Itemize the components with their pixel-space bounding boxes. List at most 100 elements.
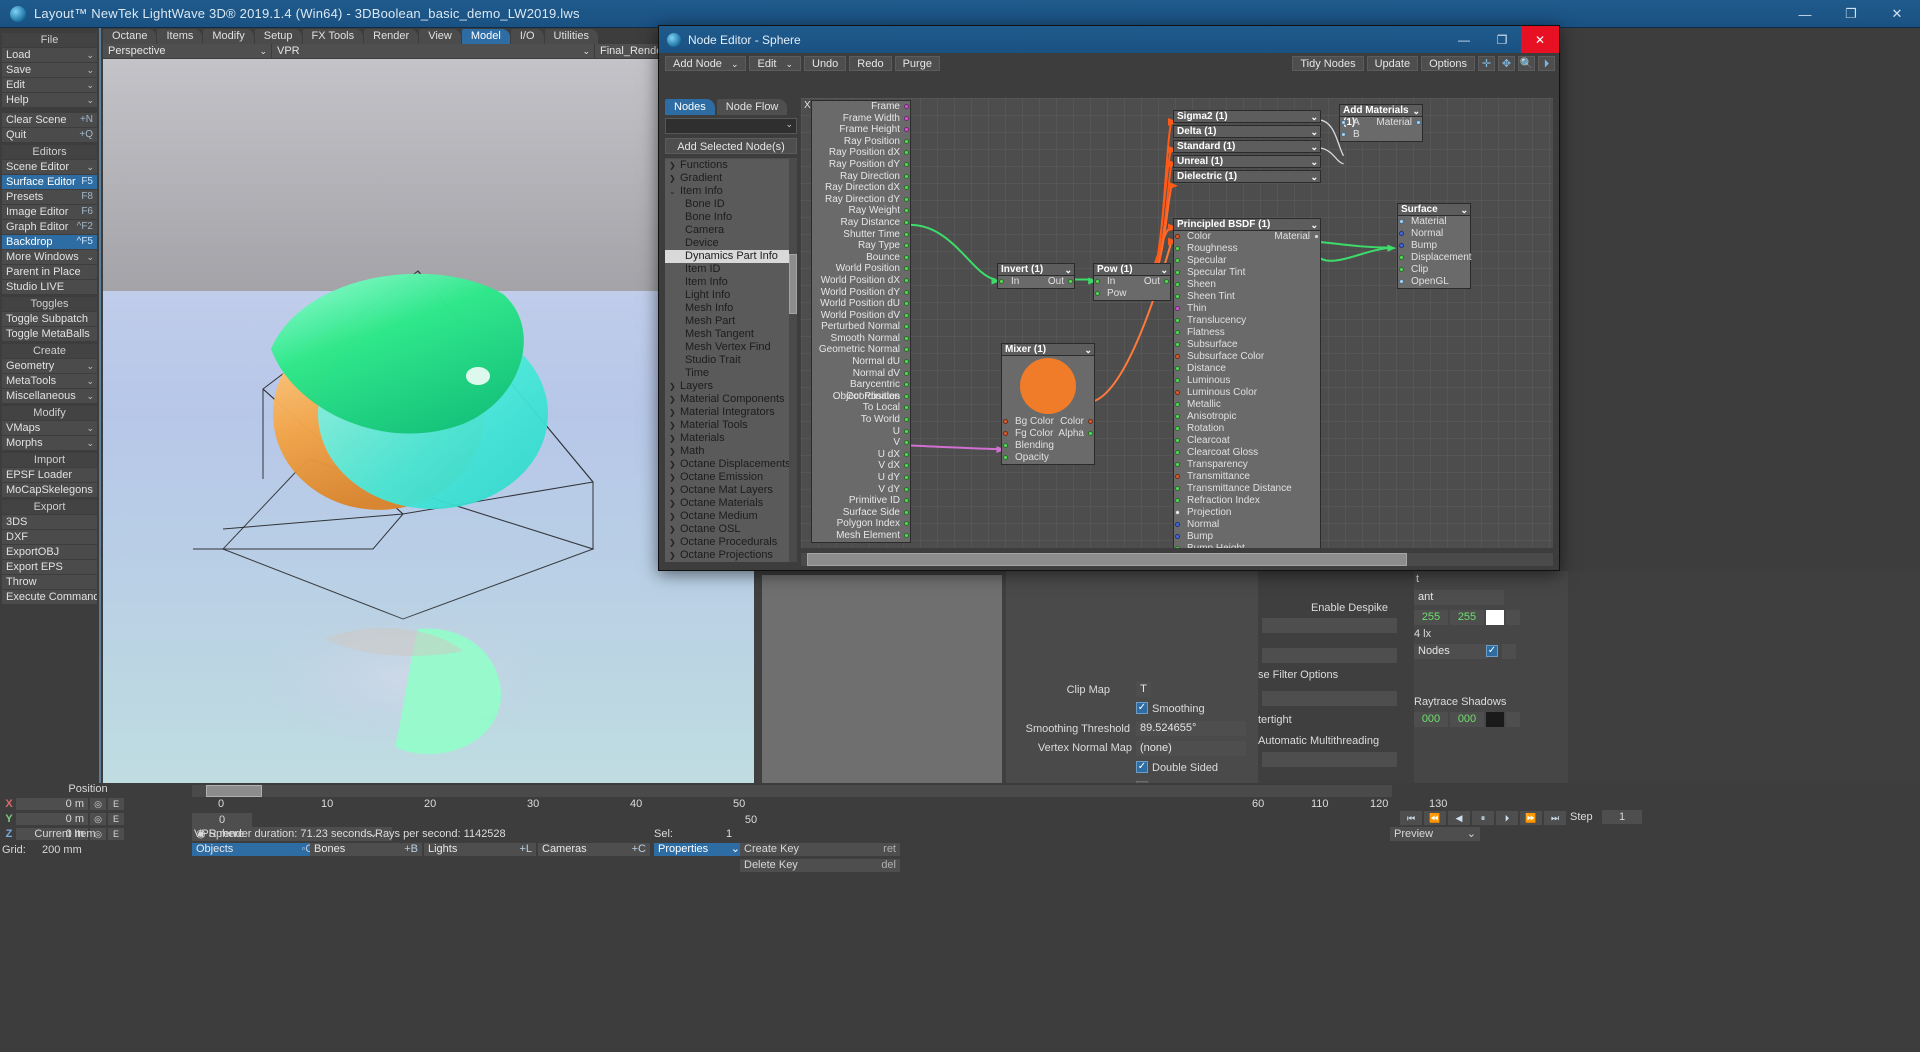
- port-dot-icon[interactable]: [1416, 120, 1421, 125]
- chevron-down-icon[interactable]: ⌄: [1310, 219, 1318, 231]
- search-icon[interactable]: 🔍: [1518, 56, 1535, 71]
- node-row[interactable]: Luminous Color: [1174, 387, 1320, 399]
- node-output-port[interactable]: Object Position: [812, 391, 910, 403]
- despike-field-2[interactable]: [1262, 648, 1397, 663]
- node-delta-1-[interactable]: Delta (1) ⌄: [1173, 125, 1321, 138]
- node-output-port[interactable]: Primitive ID: [812, 495, 910, 507]
- node-output-port[interactable]: V: [812, 437, 910, 449]
- port-dot-icon[interactable]: [904, 347, 909, 353]
- port-dot-icon[interactable]: [1399, 219, 1404, 224]
- sidebar-item-morphs[interactable]: Morphs ⌄: [2, 436, 97, 450]
- scrollbar-thumb[interactable]: [789, 254, 797, 314]
- node-row[interactable]: Normal: [1174, 519, 1320, 531]
- lights-button[interactable]: Lights +L: [424, 843, 536, 856]
- node-row[interactable]: Thin: [1174, 303, 1320, 315]
- port-dot-icon[interactable]: [904, 486, 909, 492]
- node-row[interactable]: Translucency: [1174, 315, 1320, 327]
- sidebar-item-vmaps[interactable]: VMaps ⌄: [2, 421, 97, 435]
- node-row[interactable]: Normal: [1398, 228, 1470, 240]
- port-dot-icon[interactable]: [1164, 279, 1169, 284]
- node-title[interactable]: Mixer (1) ⌄: [1002, 344, 1094, 356]
- node-list-scrollbar[interactable]: [789, 159, 797, 562]
- maximize-button[interactable]: ❐: [1828, 0, 1874, 28]
- port-dot-icon[interactable]: [1341, 132, 1346, 137]
- port-dot-icon[interactable]: [904, 127, 909, 133]
- ne-undo-button[interactable]: Undo: [804, 56, 847, 71]
- node-row[interactable]: Roughness: [1174, 243, 1320, 255]
- node-principled-bsdf[interactable]: Principled BSDF (1) ⌄ Color Material Roughne…: [1173, 218, 1321, 548]
- port-dot-icon[interactable]: [904, 521, 909, 527]
- node-row[interactable]: In Out: [998, 276, 1074, 288]
- node-tree-item[interactable]: ❯ Gradient: [665, 172, 789, 185]
- ne-add-node-button[interactable]: Add Node ⌄: [665, 56, 747, 71]
- port-dot-icon[interactable]: [904, 324, 909, 330]
- close-button[interactable]: ✕: [1874, 0, 1920, 28]
- sidebar-item-edit[interactable]: Edit ⌄: [2, 78, 97, 92]
- node-row[interactable]: Transmittance Distance: [1174, 483, 1320, 495]
- port-dot-icon[interactable]: [1175, 546, 1180, 548]
- node-graph-canvas[interactable]: X:31 Y:138 Zoom:91% FrameFrame WidthFram…: [801, 98, 1553, 548]
- chevron-right-icon[interactable]: ❯: [669, 172, 680, 185]
- node-title[interactable]: Surface ⌄: [1398, 204, 1470, 216]
- despike-field-1[interactable]: [1262, 618, 1397, 633]
- port-dot-icon[interactable]: [904, 301, 909, 307]
- port-dot-icon[interactable]: [1003, 431, 1008, 436]
- axis-value-x[interactable]: 0 m: [16, 797, 88, 810]
- node-output-port[interactable]: Ray Direction dX: [812, 182, 910, 194]
- node-row[interactable]: Specular: [1174, 255, 1320, 267]
- port-dot-icon[interactable]: [1088, 419, 1093, 424]
- minimize-button[interactable]: —: [1782, 0, 1828, 28]
- tab-fx-tools[interactable]: FX Tools: [302, 29, 364, 44]
- port-dot-icon[interactable]: [904, 370, 909, 376]
- node-output-port[interactable]: World Position dV: [812, 310, 910, 322]
- bones-button[interactable]: Bones +B: [310, 843, 422, 856]
- port-dot-icon[interactable]: [904, 208, 909, 214]
- properties-button[interactable]: Properties ⌄: [654, 843, 744, 856]
- chevron-right-icon[interactable]: ❯: [669, 549, 680, 562]
- node-tree-item[interactable]: ❯ Octane Displacements: [665, 458, 789, 471]
- sidebar-item-graph-editor[interactable]: Graph Editor ^F2: [2, 220, 97, 234]
- node-tree-item[interactable]: ❯ Octane Medium: [665, 510, 789, 523]
- node-output-port[interactable]: World Position dX: [812, 275, 910, 287]
- node-output-port[interactable]: Frame: [812, 101, 910, 113]
- ne-tab-node-flow[interactable]: Node Flow: [716, 99, 788, 115]
- color-swatch[interactable]: [1486, 610, 1504, 625]
- color-g-field[interactable]: 255: [1450, 610, 1484, 625]
- node-tree-item[interactable]: Item Info: [665, 276, 789, 289]
- sidebar-item-studio-live[interactable]: Studio LIVE: [2, 280, 97, 294]
- axis-lock-icon-y[interactable]: ◎: [90, 812, 106, 825]
- node-row[interactable]: Transmittance: [1174, 471, 1320, 483]
- chevron-right-icon[interactable]: ❯: [669, 497, 680, 510]
- axis-value-y[interactable]: 0 m: [16, 812, 88, 825]
- node-title[interactable]: Pow (1) ⌄: [1094, 264, 1170, 276]
- sidebar-item-exportobj[interactable]: ExportOBJ: [2, 545, 97, 559]
- node-row[interactable]: Pow: [1094, 288, 1170, 300]
- node-add-materials[interactable]: Add Materials (1) ⌄ A Material B: [1339, 104, 1423, 142]
- node-output-port[interactable]: Geometric Normal: [812, 344, 910, 356]
- node-row[interactable]: Displacement: [1398, 252, 1472, 264]
- node-row[interactable]: Subsurface: [1174, 339, 1320, 351]
- color-r-field[interactable]: 255: [1414, 610, 1448, 625]
- node-output-port[interactable]: Ray Direction dY: [812, 194, 910, 206]
- objects-button[interactable]: Objects ◦O: [192, 843, 318, 856]
- node-row[interactable]: Luminous: [1174, 375, 1320, 387]
- port-dot-icon[interactable]: [1003, 443, 1008, 448]
- nodes-edit-button[interactable]: [1502, 644, 1516, 659]
- node-tree-item[interactable]: Item ID: [665, 263, 789, 276]
- port-dot-icon[interactable]: [1175, 522, 1180, 527]
- shadow-val-2[interactable]: 000: [1450, 712, 1484, 727]
- port-dot-icon[interactable]: [904, 185, 909, 191]
- node-row[interactable]: Opacity: [1002, 452, 1094, 464]
- node-output-port[interactable]: World Position dY: [812, 287, 910, 299]
- node-tree-item[interactable]: Light Info: [665, 289, 789, 302]
- node-output-port[interactable]: To Local: [812, 402, 910, 414]
- node-row[interactable]: Anisotropic: [1174, 411, 1320, 423]
- chevron-right-icon[interactable]: ❯: [669, 523, 680, 536]
- port-dot-icon[interactable]: [1003, 419, 1008, 424]
- chevron-right-icon[interactable]: ❯: [669, 393, 680, 406]
- ant-field[interactable]: ant: [1414, 590, 1504, 605]
- node-tree-item[interactable]: ❯ Octane OSL: [665, 523, 789, 536]
- node-row[interactable]: Distance: [1174, 363, 1320, 375]
- frame-start-field[interactable]: 0: [192, 813, 252, 827]
- sidebar-item-toggle-subpatch[interactable]: Toggle Subpatch: [2, 312, 97, 326]
